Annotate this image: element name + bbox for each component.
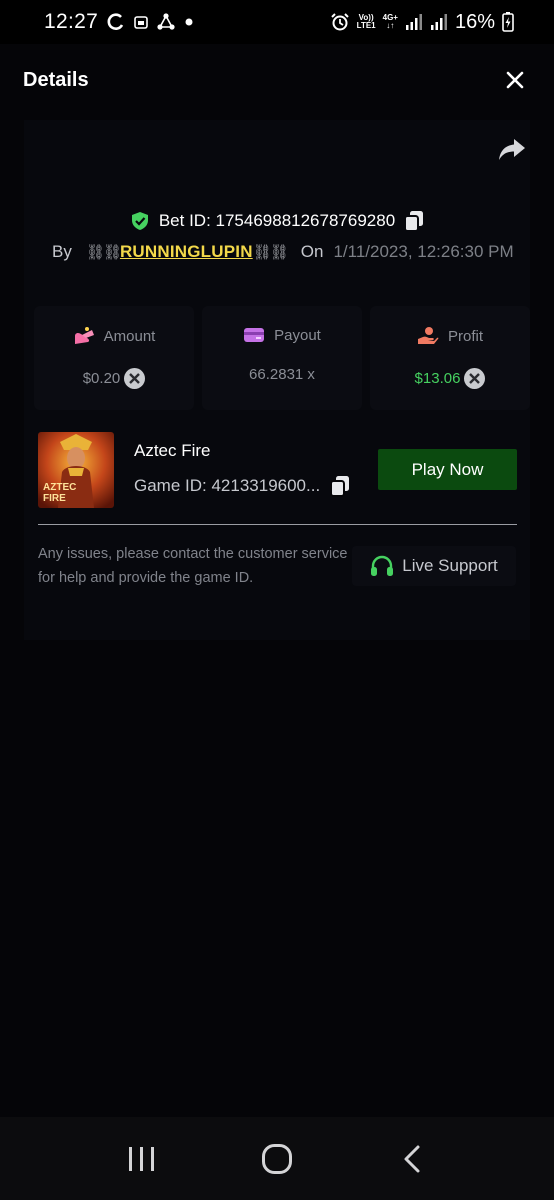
game-id-row: Game ID: 4213319600... [134,475,350,497]
system-nav-bar [0,1117,554,1200]
share-icon [499,139,525,160]
volte-indicator: Vo)) LTE1 [357,14,376,30]
copy-icon[interactable] [404,210,424,232]
payout-value-row: 66.2831 x [249,366,315,383]
app-notification-icon [134,16,148,29]
close-icon [506,71,524,89]
status-icons-left [106,12,194,32]
bet-author-row: By ⛓⛓ RUNNINGLUPIN ⛓⛓ On 1/11/2023, 12:2… [52,240,514,264]
home-button[interactable] [247,1134,307,1184]
status-right: Vo)) LTE1 4G+ ↓↑ 16% [330,11,514,34]
amount-header: Amount [73,326,156,346]
battery-charging-icon [502,12,514,32]
game-row: AZTEC FIRE Aztec Fire Game ID: 421331960… [38,432,518,508]
bet-id-row: Bet ID: 1754698812678769280 [0,207,554,235]
details-screen: Details Bet ID: 1754698812678769280 By ⛓… [0,44,554,1117]
alarm-icon [330,13,349,31]
payout-stat: Payout 66.2831 x [202,306,362,410]
payout-header: Payout [243,326,321,344]
chain-right-icon: ⛓⛓ [252,244,289,261]
close-button[interactable] [502,67,528,93]
on-label: On [300,242,324,261]
divider [38,524,517,525]
amount-value-row: $0.20 [83,368,146,389]
game-thumb-subtitle: FIRE [43,493,66,504]
currency-icon [464,368,486,389]
bet-id: Bet ID: 1754698812678769280 [158,211,396,230]
currency-icon [124,368,146,389]
chain-left-icon: ⛓⛓ [85,244,122,261]
signal-icon-2 [430,14,447,30]
share-button[interactable] [498,138,526,167]
live-support-button[interactable]: Live Support [352,546,516,586]
game-thumb-title: AZTEC [43,482,76,493]
support-help-text: Any issues, please contact the customer … [38,546,348,586]
game-id: Game ID: 4213319600... [134,476,321,495]
by-label: By [52,242,72,261]
bet-date: 1/11/2023, 12:26:30 PM [333,242,514,261]
volte-bottom: LTE1 [356,21,376,30]
status-bar: 12:27 Vo)) LTE1 4G+ ↓↑ 16% [0,0,554,44]
header: Details [0,44,554,116]
amount-value: $0.20 [82,370,121,387]
status-time: 12:27 [44,10,99,33]
network-type-indicator: 4G+ ↓↑ [383,14,398,30]
profit-value: $13.06 [414,370,461,387]
amount-icon [74,327,94,344]
username-link[interactable]: RUNNINGLUPIN [120,242,253,262]
recent-apps-button[interactable] [112,1134,172,1184]
share-network-icon [157,13,175,30]
amount-stat: Amount $0.20 [34,306,194,410]
battery-percent: 16% [454,10,495,33]
back-button[interactable] [382,1134,442,1184]
payout-label: Payout [274,326,321,344]
profit-stat: Profit $13.06 [370,306,530,410]
page-title: Details [23,68,89,91]
stats-row: Amount $0.20 Payout 66.2831 x Profit $13… [34,306,530,410]
signal-icon [405,14,422,30]
payout-value: 66.2831 x [249,366,315,383]
payout-card-icon [244,328,265,342]
back-icon [404,1145,420,1172]
profit-value-row: $13.06 [415,368,486,389]
game-thumbnail[interactable]: AZTEC FIRE [38,432,114,508]
amount-label: Amount [103,327,156,345]
profit-hand-icon [417,327,439,344]
home-icon [261,1143,292,1174]
game-name: Aztec Fire [134,441,211,460]
profit-label: Profit [447,327,483,345]
copy-icon[interactable] [330,475,350,497]
sync-icon [107,13,124,30]
verified-shield-icon [131,212,148,230]
play-now-button[interactable]: Play Now [378,449,517,490]
status-left: 12:27 [44,10,194,34]
recent-apps-icon [128,1146,154,1171]
dot-icon [185,18,193,26]
headset-icon [371,555,394,576]
profit-header: Profit [417,326,483,346]
data-arrows-icon: ↓↑ [386,21,395,30]
live-support-label: Live Support [402,556,498,575]
